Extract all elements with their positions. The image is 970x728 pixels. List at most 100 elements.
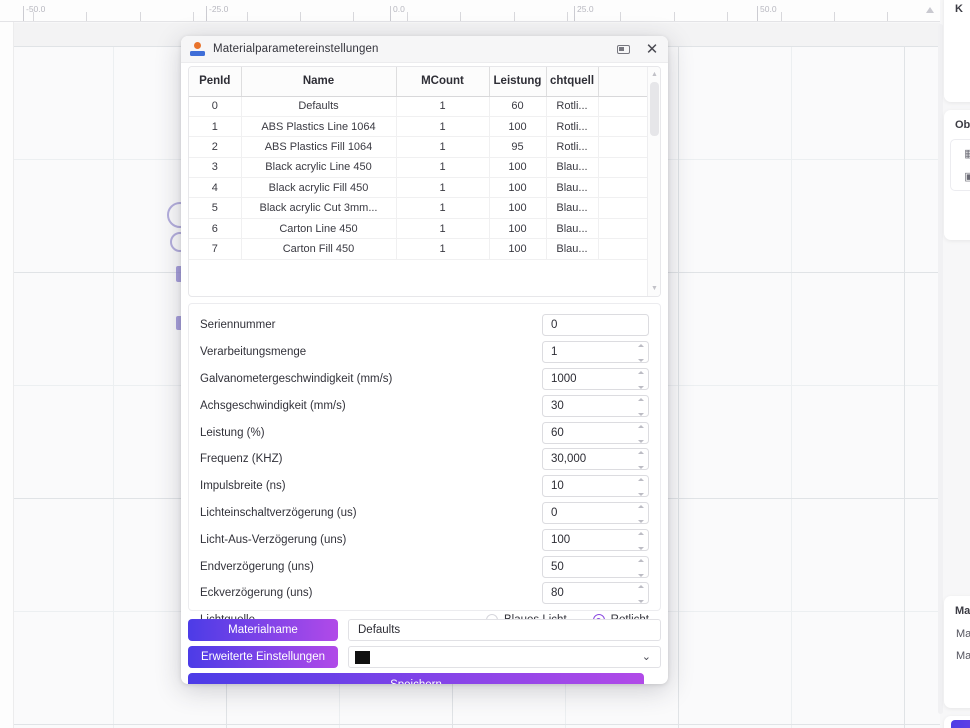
scroll-down-arrow-icon[interactable]: ▼ [648, 282, 660, 295]
table-header-name[interactable]: Name [241, 67, 397, 97]
table-cell-penid: 7 [189, 238, 242, 260]
spinner-down-icon[interactable] [637, 359, 644, 363]
ruler-tick-label: 50.0 [760, 4, 777, 14]
spinner-down-icon[interactable] [637, 385, 644, 389]
table-header-leistung[interactable]: Leistung [489, 67, 547, 97]
spinner-up-icon[interactable] [637, 370, 644, 374]
parameter-input[interactable]: 1000 [542, 367, 649, 390]
dialog-titlebar[interactable]: Materialparametereinstellungen ✕ [181, 36, 668, 63]
sidebar-object-item-2[interactable]: ▣ [951, 165, 970, 188]
table-cell-mcount: 1 [396, 218, 490, 240]
material-name-input[interactable]: Defaults [348, 619, 661, 641]
ruler-minor-tick [300, 12, 301, 21]
spinner-control[interactable] [636, 451, 645, 470]
parameter-input[interactable]: 10 [542, 475, 649, 498]
scroll-up-arrow-icon[interactable]: ▲ [648, 68, 660, 81]
spinner-down-icon[interactable] [637, 493, 644, 497]
vertical-ruler [0, 22, 14, 728]
parameter-row: Leistung (%) 60 [200, 419, 649, 446]
parameter-input[interactable]: 100 [542, 528, 649, 551]
spinner-up-icon[interactable] [637, 397, 644, 401]
table-cell-mcount: 1 [396, 238, 490, 260]
table-cell-leistung: 100 [489, 177, 547, 199]
table-row[interactable]: 7 Carton Fill 450 1 100 Blau... [189, 238, 647, 260]
parameter-label: Leistung (%) [200, 426, 265, 439]
ruler-minor-tick [781, 12, 782, 21]
table-row[interactable]: 5 Black acrylic Cut 3mm... 1 100 Blau... [189, 197, 647, 219]
table-row[interactable]: 6 Carton Line 450 1 100 Blau... [189, 218, 647, 240]
spinner-down-icon[interactable] [637, 573, 644, 577]
scrollbar-thumb[interactable] [650, 82, 659, 136]
table-cell-name: Defaults [241, 96, 397, 117]
table-header-lichtquelle[interactable]: chtquell [546, 67, 599, 97]
table-cell-mcount: 1 [396, 136, 490, 158]
spinner-up-icon[interactable] [637, 451, 644, 455]
ruler-minor-tick [140, 12, 141, 21]
spinner-control[interactable] [636, 344, 645, 363]
parameter-input[interactable]: 30 [542, 394, 649, 417]
color-swatch [355, 650, 370, 664]
table-row[interactable]: 3 Black acrylic Line 450 1 100 Blau... [189, 157, 647, 179]
dialog-title: Materialparametereinstellungen [213, 43, 379, 55]
parameter-value: 1 [551, 346, 558, 359]
spinner-up-icon[interactable] [637, 558, 644, 562]
sidebar-panel-top-title: K [955, 3, 963, 15]
table-row[interactable]: 2 ABS Plastics Fill 1064 1 95 Rotli... [189, 136, 647, 158]
canvas-vertical-scrollbar[interactable] [938, 24, 943, 714]
spinner-up-icon[interactable] [637, 531, 644, 535]
restore-window-button[interactable] [608, 36, 638, 62]
parameter-input[interactable]: 80 [542, 582, 649, 605]
table-header-mcount[interactable]: MCount [396, 67, 490, 97]
spinner-control[interactable] [636, 370, 645, 389]
material-name-button[interactable]: Materialname [188, 619, 338, 641]
spinner-down-icon[interactable] [637, 439, 644, 443]
spinner-control[interactable] [636, 397, 645, 416]
parameter-input[interactable]: 50 [542, 555, 649, 578]
table-cell-penid: 4 [189, 177, 242, 199]
spinner-control[interactable] [636, 424, 645, 443]
color-select[interactable]: ⌄ [348, 646, 661, 668]
parameter-row: Lichteinschaltverzögerung (us) 0 [200, 500, 649, 527]
spinner-up-icon[interactable] [637, 344, 644, 348]
table-row[interactable]: 0 Defaults 1 60 Rotli... [189, 96, 647, 117]
table-header-extra[interactable] [598, 67, 647, 97]
parameter-input[interactable]: 0 [542, 314, 649, 337]
layers-icon: ▦ [964, 148, 970, 160]
table-row[interactable]: 4 Black acrylic Fill 450 1 100 Blau... [189, 177, 647, 199]
table-vertical-scrollbar[interactable]: ▲ ▼ [647, 67, 660, 296]
material-table-scroll-area[interactable]: PenId Name MCount Leistung chtquell 0 Def… [189, 67, 647, 296]
parameter-row: Frequenz (KHZ) 30,000 [200, 446, 649, 473]
spinner-down-icon[interactable] [637, 412, 644, 416]
parameter-input[interactable]: 30,000 [542, 448, 649, 471]
spinner-control[interactable] [636, 558, 645, 577]
table-header-row: PenId Name MCount Leistung chtquell [189, 67, 647, 97]
parameter-label: Achsgeschwindigkeit (mm/s) [200, 399, 346, 412]
spinner-down-icon[interactable] [637, 546, 644, 550]
spinner-down-icon[interactable] [637, 519, 644, 523]
spinner-down-icon[interactable] [637, 600, 644, 604]
table-row[interactable]: 1 ABS Plastics Line 1064 1 100 Rotli... [189, 116, 647, 138]
sidebar-material-row-1[interactable]: Ma [944, 623, 970, 645]
sidebar-object-item-1[interactable]: ▦ [951, 142, 970, 165]
save-button[interactable]: Speichern [188, 673, 644, 684]
spinner-up-icon[interactable] [637, 424, 644, 428]
spinner-up-icon[interactable] [637, 478, 644, 482]
spinner-control[interactable] [636, 504, 645, 523]
sidebar-primary-action-button[interactable] [951, 720, 970, 728]
spinner-control[interactable] [636, 478, 645, 497]
advanced-settings-button[interactable]: Erweiterte Einstellungen [188, 646, 338, 668]
parameter-value: 1000 [551, 372, 577, 385]
table-header-penid[interactable]: PenId [189, 67, 242, 97]
parameter-row: Seriennummer 0 [200, 312, 649, 339]
parameter-input[interactable]: 1 [542, 341, 649, 364]
spinner-up-icon[interactable] [637, 585, 644, 589]
parameter-input[interactable]: 60 [542, 421, 649, 444]
spinner-control[interactable] [636, 531, 645, 550]
parameter-value: 10 [551, 480, 564, 493]
spinner-down-icon[interactable] [637, 466, 644, 470]
parameter-input[interactable]: 0 [542, 501, 649, 524]
spinner-control[interactable] [636, 585, 645, 604]
spinner-up-icon[interactable] [637, 504, 644, 508]
close-dialog-button[interactable]: ✕ [638, 36, 668, 62]
sidebar-material-row-2[interactable]: Ma [944, 645, 970, 667]
